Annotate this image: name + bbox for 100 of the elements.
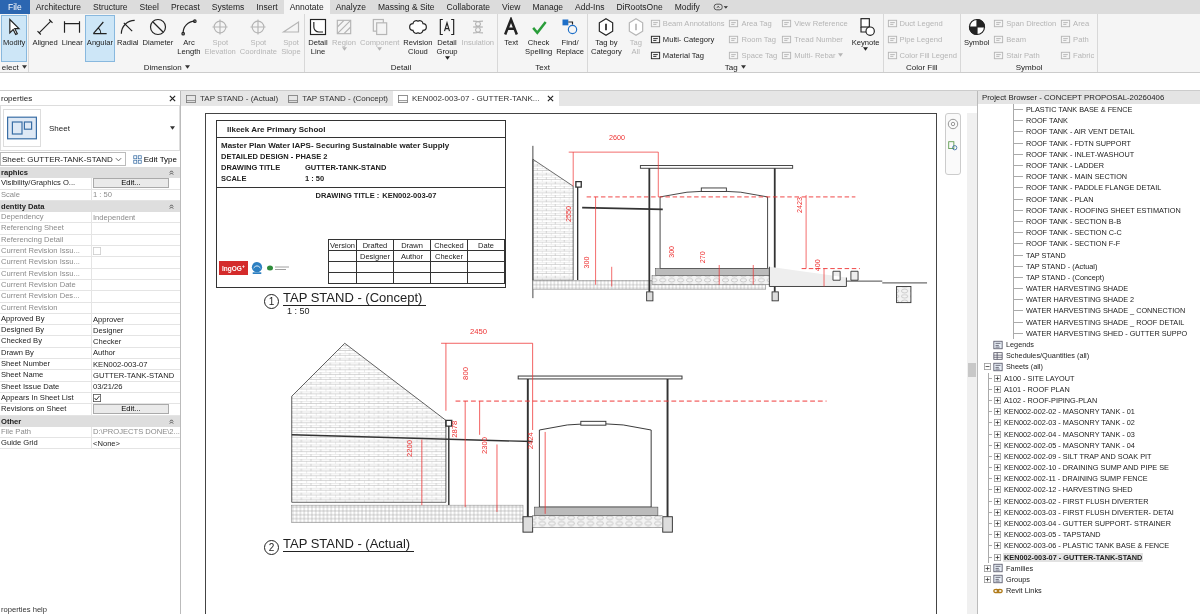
ribbon-tab[interactable]: Steel (133, 0, 165, 14)
ribbon-tab[interactable]: Systems (205, 0, 251, 14)
sheet-type-icon (3, 109, 41, 147)
scrollbar-thumb[interactable] (968, 363, 976, 377)
expander-icon[interactable] (994, 508, 1001, 516)
view-title: TAP STAND - (Concept) (283, 290, 427, 306)
ribbon-tab[interactable]: Massing & Site (371, 0, 441, 14)
dimension-label: 2878 (449, 420, 459, 438)
expander-icon[interactable] (994, 419, 1001, 427)
caret-icon (21, 65, 27, 69)
school-name: Ilkeek Are Primary School (227, 124, 326, 134)
view-title: TAP STAND - (Actual) (283, 536, 415, 552)
close-icon[interactable] (169, 94, 176, 102)
tool-icon (728, 49, 740, 61)
panel-title: roperties (1, 93, 33, 103)
ribbon-tab[interactable]: Add-Ins (569, 0, 611, 14)
ribbon-tab[interactable]: Precast (164, 0, 206, 14)
ribbon-tab[interactable]: View (496, 0, 527, 14)
document-tab[interactable]: TAP STAND - (Concept) (283, 91, 394, 106)
caret-icon (444, 56, 450, 60)
ribbon-tab[interactable]: Collaborate (440, 0, 497, 14)
dimension-label: 2450 (470, 326, 488, 336)
leaf-logo-icon (266, 264, 291, 272)
expander-icon[interactable] (994, 441, 1001, 449)
expander-icon[interactable] (994, 531, 1001, 539)
expander-icon[interactable] (994, 464, 1001, 472)
ribbon-tab[interactable]: DiRootsOne (610, 0, 669, 14)
document-tab[interactable]: TAP STAND - (Actual) (181, 91, 284, 106)
checkbox[interactable] (93, 394, 101, 403)
dimension-label: 2200 (405, 439, 415, 457)
dimension-label: 800 (461, 367, 471, 380)
view-scale: 1 : 50 (286, 306, 311, 316)
expander-icon[interactable] (994, 408, 1001, 416)
expander-icon[interactable] (994, 486, 1001, 494)
expander-icon[interactable] (994, 430, 1001, 438)
crosshair-icon (248, 17, 269, 37)
expander-icon[interactable] (994, 475, 1001, 483)
caret-icon (184, 65, 190, 69)
family-icon (993, 563, 1003, 574)
panel-title[interactable]: elect (1, 62, 28, 72)
expander-icon[interactable] (984, 363, 991, 371)
document-tab[interactable]: KEN002-003-07 - GUTTER-TANK... (393, 91, 560, 106)
zoom-icon[interactable] (947, 140, 959, 152)
tool-icon (993, 17, 1005, 29)
panel-title: Detail (389, 62, 413, 72)
sheet-icon (186, 94, 196, 103)
tool-icon (728, 33, 740, 45)
expander-icon[interactable] (994, 497, 1001, 505)
dimension-icon (35, 17, 56, 37)
sheet-icon (993, 361, 1003, 372)
tool-icon (1060, 17, 1072, 29)
collapse-icon (169, 204, 174, 210)
expander-icon[interactable] (994, 374, 1001, 382)
expander-icon[interactable] (984, 575, 991, 583)
tool-icon (993, 33, 1005, 45)
crosshair-icon (210, 17, 231, 37)
ribbon-tab[interactable]: Modify (668, 0, 706, 14)
dropdown-icon[interactable] (711, 3, 730, 11)
expander-icon[interactable] (994, 452, 1001, 460)
collapse-icon (169, 170, 174, 176)
edit-type-button[interactable]: Edit Type (129, 154, 180, 164)
expander-icon[interactable] (994, 396, 1001, 404)
collapse-icon (169, 418, 174, 424)
caret-icon (837, 53, 843, 57)
edit-type-icon (132, 154, 142, 164)
instance-dropdown[interactable]: Sheet: GUTTER-TANK-STAND (0, 152, 126, 166)
chevron-down-icon (114, 156, 122, 162)
expander-icon[interactable] (994, 385, 1001, 393)
ribbon-tab[interactable]: Structure (87, 0, 134, 14)
ribbon-tab[interactable]: Annotate (283, 0, 330, 14)
expander-icon[interactable] (994, 553, 1001, 561)
expander-icon[interactable] (984, 564, 991, 572)
caret-icon (341, 47, 347, 51)
symbol-icon (966, 17, 987, 37)
cloud-icon (407, 17, 428, 37)
ribbon-tab[interactable]: Architecture (29, 0, 88, 14)
tool-icon (1060, 33, 1072, 45)
sheet-icon (288, 94, 299, 103)
panel-title: Color Fill (905, 62, 939, 72)
ribbon-tab[interactable]: Insert (250, 0, 284, 14)
ribbon-tab[interactable]: File (0, 0, 30, 14)
panel-title[interactable]: Dimension (30, 62, 303, 72)
tool-icon (993, 49, 1005, 61)
emblem-icon (251, 261, 264, 275)
tool-icon (649, 33, 661, 45)
steering-wheel-icon[interactable] (947, 118, 959, 130)
tool-icon (781, 33, 793, 45)
project-title: Master Plan Water IAPS- Securing Sustainable water Supply (221, 141, 451, 150)
schedule-icon (993, 350, 1003, 361)
close-icon[interactable] (547, 95, 555, 102)
ribbon-tab[interactable]: Analyze (329, 0, 372, 14)
panel-title: Symbol (1014, 62, 1044, 72)
caret-icon (377, 47, 383, 51)
bracket-icon (437, 17, 457, 37)
panel-title[interactable]: Tag (589, 62, 882, 72)
ribbon-tab[interactable]: Manage (526, 0, 570, 14)
type-selector[interactable]: Sheet (0, 105, 180, 151)
caret-icon (740, 65, 746, 69)
expander-icon[interactable] (994, 542, 1001, 550)
expander-icon[interactable] (994, 520, 1001, 528)
